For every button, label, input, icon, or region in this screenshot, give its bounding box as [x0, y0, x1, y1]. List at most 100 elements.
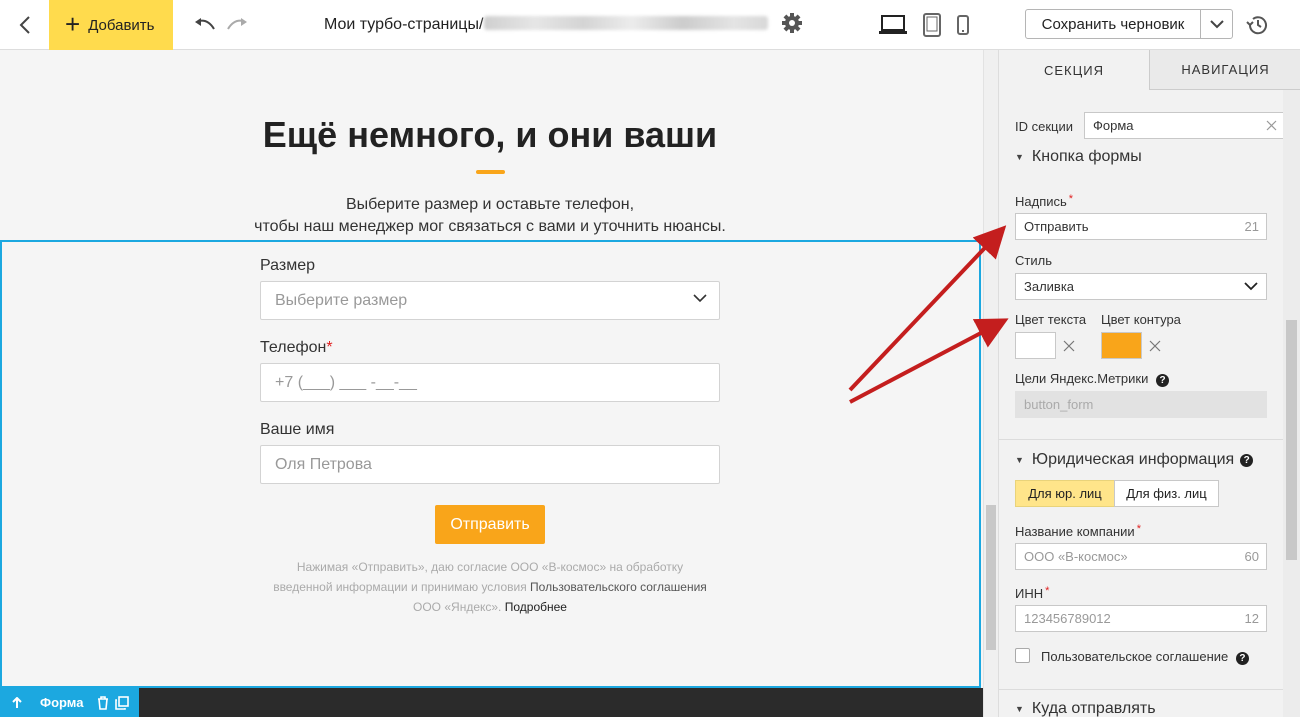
- inn-char-counter: 12: [1244, 611, 1259, 626]
- style-label: Стиль: [1015, 253, 1052, 268]
- top-toolbar: + Добавить Мои турбо-страницы/ Сохранить…: [0, 0, 1300, 50]
- button-form-group-header[interactable]: ▼ Кнопка формы: [1015, 148, 1142, 166]
- caption-char-counter: 21: [1244, 219, 1259, 234]
- tablet-icon: [923, 13, 941, 37]
- clear-icon[interactable]: [1266, 120, 1277, 131]
- company-char-counter: 60: [1244, 549, 1259, 564]
- help-icon[interactable]: ?: [1240, 453, 1254, 467]
- size-select-placeholder: Выберите размер: [275, 291, 408, 309]
- caption-label-text: Надпись: [1015, 194, 1067, 209]
- chevron-left-icon: [19, 16, 30, 34]
- undo-button[interactable]: [192, 13, 218, 37]
- page-section-subtitle: Выберите размер и оставьте телефон, чтоб…: [0, 194, 980, 238]
- submit-button[interactable]: Отправить: [435, 505, 545, 544]
- chevron-down-icon: [1209, 19, 1224, 28]
- send-to-group-header[interactable]: ▼ Куда отправлять: [1015, 700, 1156, 717]
- individual-button[interactable]: Для физ. лиц: [1114, 480, 1219, 507]
- company-name-placeholder: ООО «В-космос»: [1024, 549, 1128, 564]
- phone-icon: [957, 15, 969, 35]
- title-accent-bar: [476, 170, 505, 174]
- text-color-swatch[interactable]: [1015, 332, 1056, 359]
- phone-input[interactable]: +7 (___) ___ -__-__: [260, 363, 720, 402]
- size-select[interactable]: Выберите размер: [260, 281, 720, 320]
- inn-label-text: ИНН: [1015, 586, 1044, 601]
- phone-label: Телефон*: [260, 339, 333, 357]
- metrika-label-text: Цели Яндекс.Метрики: [1015, 371, 1149, 386]
- page-canvas: Ещё немного, и они ваши Выберите размер …: [0, 50, 983, 717]
- outline-color-label: Цвет контура: [1101, 312, 1181, 327]
- mobile-view-button[interactable]: [954, 13, 972, 37]
- inn-placeholder: 123456789012: [1024, 611, 1111, 626]
- panel-scrollbar[interactable]: [1283, 90, 1300, 717]
- section-id-label: ID секции: [1015, 119, 1073, 134]
- collapse-triangle-icon: ▼: [1015, 455, 1024, 465]
- metrika-value: button_form: [1024, 397, 1094, 412]
- style-value: Заливка: [1024, 279, 1075, 294]
- collapse-triangle-icon: ▼: [1015, 152, 1024, 162]
- redo-button[interactable]: [224, 13, 250, 37]
- help-icon[interactable]: ?: [1235, 652, 1249, 665]
- redo-icon: [227, 18, 247, 30]
- subtitle-line-1: Выберите размер и оставьте телефон,: [345, 196, 635, 213]
- copy-icon[interactable]: [115, 695, 130, 710]
- user-agreement-link[interactable]: Пользовательского соглашения: [530, 580, 707, 594]
- back-button[interactable]: [0, 0, 49, 50]
- section-id-input[interactable]: Форма: [1084, 112, 1286, 139]
- consent-part-2: ООО «Яндекс».: [413, 600, 505, 614]
- legal-group-header[interactable]: ▼ Юридическая информация ?: [1015, 451, 1254, 469]
- caption-label: Надпись *: [1015, 193, 1073, 209]
- company-name-input[interactable]: ООО «В-космос» 60: [1015, 543, 1267, 570]
- legal-group-title: Юридическая информация: [1031, 451, 1235, 468]
- plus-icon: +: [65, 9, 81, 39]
- name-input-placeholder: Оля Петрова: [275, 455, 372, 473]
- tab-section[interactable]: СЕКЦИЯ: [999, 50, 1149, 90]
- page-path: Мои турбо-страницы/: [324, 16, 769, 34]
- section-badge-label: Форма: [40, 695, 84, 710]
- chevron-down-icon: [1244, 282, 1258, 291]
- metrika-input: button_form: [1015, 391, 1267, 418]
- canvas-scrollbar[interactable]: [983, 50, 998, 717]
- gear-icon[interactable]: [781, 12, 803, 34]
- name-label: Ваше имя: [260, 421, 335, 438]
- add-button[interactable]: + Добавить: [49, 0, 173, 50]
- trash-icon[interactable]: [97, 695, 109, 710]
- consent-text: Нажимая «Отправить», даю согласие ООО «В…: [270, 557, 710, 617]
- caption-input[interactable]: Отправить 21: [1015, 213, 1267, 240]
- group-divider: [999, 439, 1283, 440]
- section-badge: Форма: [0, 688, 139, 717]
- inn-input[interactable]: 123456789012 12: [1015, 605, 1267, 632]
- more-link[interactable]: Подробнее: [505, 600, 567, 614]
- panel-scrollbar-thumb[interactable]: [1286, 320, 1297, 560]
- legal-entity-button[interactable]: Для юр. лиц: [1015, 480, 1115, 507]
- clear-icon[interactable]: [1149, 340, 1161, 352]
- send-to-group-title: Куда отправлять: [1031, 700, 1156, 717]
- clear-icon[interactable]: [1063, 340, 1075, 352]
- size-label: Размер: [260, 257, 315, 274]
- save-options-dropdown[interactable]: [1200, 9, 1233, 39]
- agreement-checkbox[interactable]: [1015, 648, 1030, 663]
- text-color-label: Цвет текста: [1015, 312, 1087, 327]
- arrow-up-icon[interactable]: [12, 696, 22, 709]
- tablet-view-button[interactable]: [921, 13, 943, 37]
- button-form-group-title: Кнопка формы: [1031, 148, 1142, 165]
- section-id-value: Форма: [1093, 118, 1134, 133]
- canvas-scrollbar-thumb[interactable]: [986, 505, 996, 650]
- chevron-down-icon: [693, 294, 707, 303]
- agreement-label: Пользовательское соглашение ?: [1041, 649, 1249, 665]
- desktop-view-button[interactable]: [878, 13, 908, 37]
- name-input[interactable]: Оля Петрова: [260, 445, 720, 484]
- style-select[interactable]: Заливка: [1015, 273, 1267, 300]
- outline-color-swatch[interactable]: [1101, 332, 1142, 359]
- help-icon[interactable]: ?: [1156, 374, 1169, 387]
- collapse-triangle-icon: ▼: [1015, 704, 1024, 714]
- required-marker: *: [326, 339, 333, 356]
- metrika-label: Цели Яндекс.Метрики ?: [1015, 371, 1169, 387]
- company-name-label-text: Название компании: [1015, 524, 1135, 539]
- canvas-bottom-bar: [0, 688, 983, 717]
- page-path-blurred: [484, 16, 769, 30]
- required-marker: *: [1136, 523, 1141, 535]
- tab-navigation[interactable]: НАВИГАЦИЯ: [1149, 50, 1300, 90]
- laptop-icon: [879, 15, 907, 34]
- save-draft-button[interactable]: Сохранить черновик: [1025, 9, 1201, 39]
- history-icon[interactable]: [1245, 13, 1269, 37]
